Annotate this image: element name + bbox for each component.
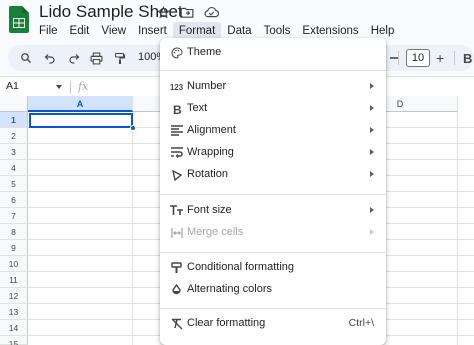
- menu-divider: [160, 252, 386, 253]
- row-header-13[interactable]: 13: [0, 304, 28, 320]
- palette-icon: [170, 46, 183, 59]
- submenu-arrow-icon: [370, 149, 374, 155]
- menu-item-conditional-formatting[interactable]: Conditional formatting: [160, 257, 386, 279]
- submenu-arrow-icon: [370, 105, 374, 111]
- number-format-icon: 123: [170, 80, 183, 93]
- menu-divider: [160, 194, 386, 195]
- menu-item-label: Alignment: [187, 124, 236, 136]
- increase-font-size-icon[interactable]: +: [436, 51, 444, 65]
- selected-cell-a1[interactable]: [29, 113, 133, 128]
- search-menus-icon[interactable]: [18, 50, 34, 66]
- row-header-12[interactable]: 12: [0, 288, 28, 304]
- row-header-8[interactable]: 8: [0, 224, 28, 240]
- name-box-dropdown-icon[interactable]: [56, 85, 62, 89]
- keyboard-shortcut: Ctrl+\: [348, 317, 374, 329]
- title-actions: [155, 4, 219, 20]
- merge-cells-icon: [170, 226, 183, 239]
- grid-line: [457, 112, 458, 345]
- format-menu: Theme 123 Number B Text Alignment Wrappi…: [160, 38, 386, 345]
- fx-icon: fx: [78, 80, 89, 93]
- menu-item-label: Conditional formatting: [187, 261, 295, 273]
- row-header-11[interactable]: 11: [0, 272, 28, 288]
- toolbar-divider: [454, 51, 455, 65]
- toolbar-divider: [398, 51, 399, 65]
- menu-item-number[interactable]: 123 Number: [160, 76, 386, 98]
- column-header-a[interactable]: A: [28, 96, 133, 112]
- text-rotation-icon: [170, 168, 183, 181]
- name-box[interactable]: A1: [6, 80, 19, 92]
- menu-item-text[interactable]: B Text: [160, 98, 386, 120]
- row-header-3[interactable]: 3: [0, 144, 28, 160]
- menu-item-label: Wrapping: [187, 146, 234, 158]
- clear-formatting-icon: [170, 317, 183, 330]
- cloud-status-icon[interactable]: [203, 4, 219, 20]
- svg-text:B: B: [173, 103, 182, 115]
- google-sheets-window: Lido Sample Sheet File Edit View Insert …: [0, 0, 474, 345]
- submenu-arrow-icon: [370, 171, 374, 177]
- menu-divider: [160, 308, 386, 309]
- menu-item-rotation[interactable]: Rotation: [160, 164, 386, 186]
- print-icon[interactable]: [88, 50, 104, 66]
- sheets-logo-icon[interactable]: [9, 6, 29, 33]
- menu-item-label: Text: [187, 102, 208, 114]
- move-folder-icon[interactable]: [179, 4, 195, 20]
- menu-item-clear-formatting[interactable]: Clear formatting Ctrl+\: [160, 313, 386, 335]
- submenu-arrow-icon: [370, 229, 374, 235]
- menu-item-label: Number: [187, 80, 227, 92]
- menu-item-alignment[interactable]: Alignment: [160, 120, 386, 142]
- fill-handle[interactable]: [130, 125, 136, 131]
- font-size-icon: [170, 204, 183, 217]
- svg-text:123: 123: [170, 83, 183, 92]
- font-size-input[interactable]: 10: [406, 49, 430, 67]
- menu-item-label: Theme: [187, 46, 222, 58]
- formula-bar-divider: [70, 81, 71, 94]
- row-header-4[interactable]: 4: [0, 160, 28, 176]
- star-icon[interactable]: [155, 4, 171, 20]
- row-header-7[interactable]: 7: [0, 208, 28, 224]
- menu-item-font-size[interactable]: Font size: [160, 200, 386, 222]
- row-header-10[interactable]: 10: [0, 256, 28, 272]
- paint-roller-icon: [170, 261, 183, 274]
- submenu-arrow-icon: [370, 83, 374, 89]
- fill-drip-icon: [170, 283, 183, 296]
- text-bold-icon: B: [170, 102, 183, 115]
- menu-item-label: Alternating colors: [187, 283, 272, 295]
- bold-icon[interactable]: B: [460, 50, 474, 66]
- row-header-14[interactable]: 14: [0, 320, 28, 336]
- submenu-arrow-icon: [370, 127, 374, 133]
- row-header-5[interactable]: 5: [0, 176, 28, 192]
- row-header-2[interactable]: 2: [0, 128, 28, 144]
- menu-item-label: Rotation: [187, 168, 228, 180]
- undo-icon[interactable]: [42, 50, 58, 66]
- menu-file[interactable]: File: [33, 22, 64, 40]
- align-left-icon: [170, 124, 183, 137]
- menu-divider: [160, 70, 386, 71]
- menu-item-alternating-colors[interactable]: Alternating colors: [160, 279, 386, 301]
- menu-item-label: Merge cells: [187, 226, 244, 238]
- redo-icon[interactable]: [66, 50, 82, 66]
- row-header-6[interactable]: 6: [0, 192, 28, 208]
- paint-format-icon[interactable]: [112, 50, 128, 66]
- grid-line: [132, 112, 133, 345]
- menu-item-merge-cells: Merge cells: [160, 222, 386, 244]
- menu-view[interactable]: View: [95, 22, 132, 40]
- text-wrap-icon: [170, 146, 183, 159]
- menu-item-label: Clear formatting: [187, 317, 266, 329]
- row-header-1[interactable]: 1: [0, 112, 28, 128]
- svg-text:B: B: [463, 52, 472, 64]
- select-all-corner[interactable]: [0, 96, 28, 112]
- menu-edit[interactable]: Edit: [64, 22, 96, 40]
- menu-item-wrapping[interactable]: Wrapping: [160, 142, 386, 164]
- menu-item-theme[interactable]: Theme: [160, 42, 386, 64]
- submenu-arrow-icon: [370, 207, 374, 213]
- menu-item-label: Font size: [187, 204, 232, 216]
- row-header-9[interactable]: 9: [0, 240, 28, 256]
- row-header-15[interactable]: 15: [0, 336, 28, 345]
